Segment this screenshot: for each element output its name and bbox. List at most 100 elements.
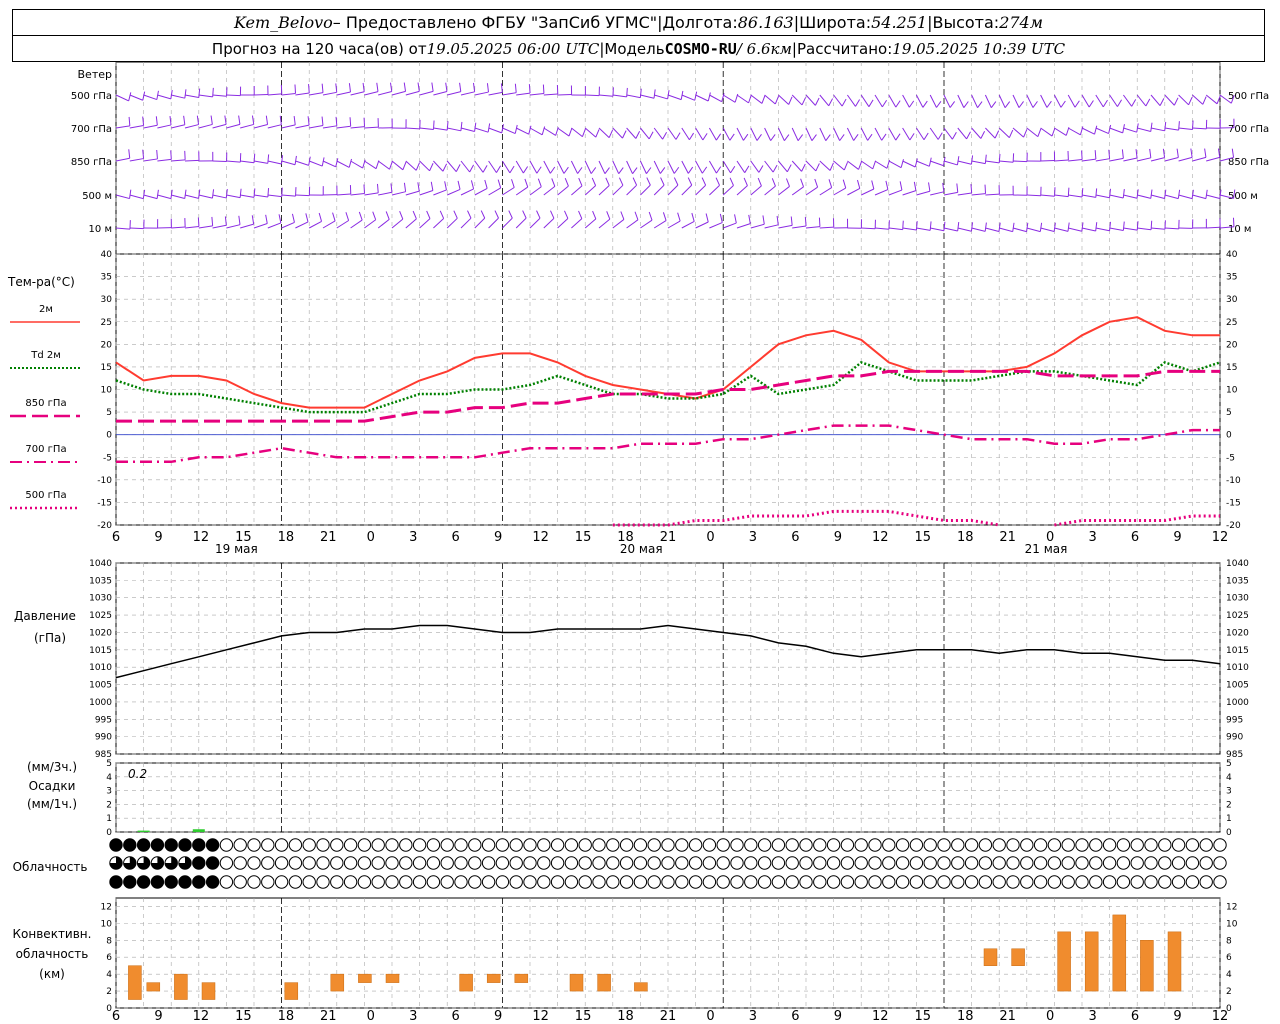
pressure-ytick-left: 1010 bbox=[89, 663, 112, 673]
wind-barb-shaft bbox=[1123, 157, 1138, 162]
wind-barb-shaft bbox=[667, 220, 681, 229]
cloud-cover-symbol bbox=[426, 875, 441, 889]
pressure-ytick-right: 1040 bbox=[1226, 559, 1249, 569]
cloud-cover-symbol bbox=[330, 838, 344, 852]
cloud-cover-symbol bbox=[744, 838, 758, 852]
wind-barb-shaft bbox=[336, 220, 349, 229]
wind-barb-flag bbox=[142, 116, 145, 126]
temp-ytick-left: -10 bbox=[97, 476, 112, 486]
wind-barb-shaft bbox=[391, 90, 406, 96]
convective-ytick-right: 12 bbox=[1226, 902, 1237, 912]
pressure-ytick-right: 1010 bbox=[1226, 663, 1249, 673]
wind-barb-shaft bbox=[985, 193, 1000, 196]
cloud-cover-symbol bbox=[978, 838, 993, 852]
wind-barb-shaft bbox=[364, 126, 379, 129]
wind-barb-shaft bbox=[874, 189, 889, 196]
date-label: 21 мая bbox=[1025, 542, 1068, 556]
cloud-cover-symbol bbox=[481, 875, 496, 889]
wind-barb-shaft bbox=[1040, 127, 1053, 137]
wind-barb-shaft bbox=[253, 160, 268, 164]
temp-series-2 bbox=[116, 369, 1220, 423]
temp-xtick: 12 bbox=[532, 530, 549, 545]
wind-barb-shaft bbox=[915, 127, 925, 141]
wind-barb-shaft bbox=[681, 184, 693, 196]
cloud-cover-symbol bbox=[771, 875, 786, 889]
wind-barb-shaft bbox=[212, 224, 227, 229]
wind-barb-shaft bbox=[626, 127, 637, 139]
convective-xtick: 6 bbox=[791, 1009, 799, 1024]
wind-barb-shaft bbox=[584, 127, 597, 138]
cloud-cover-symbol bbox=[854, 856, 868, 870]
convective-bar bbox=[1167, 931, 1182, 992]
cloud-cover-symbol bbox=[730, 838, 744, 852]
wind-barb-shaft bbox=[791, 94, 803, 106]
cloud-cover-symbol bbox=[1089, 838, 1103, 852]
cloud-cover-symbol bbox=[385, 875, 399, 889]
wind-barb-flag bbox=[184, 89, 187, 99]
cloud-cover-symbol bbox=[1033, 875, 1048, 889]
wind-barb-flag bbox=[646, 177, 651, 186]
wind-barb-flag bbox=[307, 116, 310, 126]
wind-barb-shaft bbox=[805, 226, 820, 229]
wind-barb-flag bbox=[514, 83, 517, 93]
wind-barb-flag bbox=[402, 161, 407, 171]
wind-barb-shaft bbox=[1040, 227, 1055, 233]
wind-barb-flag bbox=[1121, 149, 1124, 159]
cloud-cover-symbol bbox=[1213, 856, 1227, 870]
wind-barb-shaft bbox=[681, 94, 695, 101]
wind-barb-shaft bbox=[433, 91, 448, 96]
convective-ytick-left: 10 bbox=[101, 919, 113, 929]
wind-barb-shaft bbox=[612, 127, 623, 139]
cloud-cover-symbol bbox=[895, 838, 910, 852]
wind-barb-flag bbox=[457, 180, 461, 190]
wind-barb-flag bbox=[1088, 100, 1094, 108]
wind-barb-flag bbox=[308, 84, 310, 94]
wind-barb-shaft bbox=[419, 160, 430, 172]
cloud-cover-symbol bbox=[343, 856, 358, 870]
wind-barb-shaft bbox=[405, 127, 420, 130]
wind-barb-shaft bbox=[584, 160, 592, 174]
pressure-ytick-left: 1000 bbox=[89, 698, 112, 708]
wind-barb-flag bbox=[980, 130, 986, 139]
wind-barb-flag bbox=[928, 182, 931, 192]
wind-barb-shaft bbox=[667, 127, 677, 140]
wind-barb-flag bbox=[183, 115, 186, 125]
cloud-cover-symbol bbox=[909, 838, 924, 852]
cloud-cover-symbol bbox=[1089, 875, 1103, 889]
wind-barb-flag bbox=[335, 83, 338, 93]
wind-barb-flag bbox=[705, 213, 709, 223]
wind-barb-flag bbox=[511, 179, 515, 188]
wind-barb-shaft bbox=[695, 221, 709, 229]
convective-bar bbox=[330, 973, 345, 992]
cloud-cover-symbol bbox=[205, 875, 220, 889]
wind-barb-flag bbox=[238, 215, 241, 225]
wind-barb-shaft bbox=[171, 159, 186, 162]
wind-barb-flag bbox=[459, 82, 462, 92]
wind-barb-flag bbox=[868, 99, 874, 107]
wind-barb-shaft bbox=[377, 218, 390, 229]
wind-barb-shaft bbox=[115, 157, 130, 162]
wind-barb-flag bbox=[881, 133, 887, 141]
convective-bar bbox=[1057, 931, 1071, 992]
convective-bar bbox=[1084, 931, 1099, 992]
wind-barb-shaft bbox=[1081, 94, 1090, 108]
wind-barb-flag bbox=[855, 99, 861, 107]
cloud-cover-symbol bbox=[606, 838, 620, 852]
temp-legend-label: 500 гПа bbox=[25, 490, 66, 501]
wind-barb-shaft bbox=[750, 223, 765, 229]
wind-barb-flag bbox=[321, 83, 324, 93]
wind-barb-flag bbox=[348, 83, 351, 93]
wind-barb-flag bbox=[937, 132, 943, 140]
wind-barb-flag bbox=[372, 211, 377, 220]
cloud-cover-symbol bbox=[371, 838, 385, 852]
wind-barb-shaft bbox=[860, 94, 870, 107]
wind-barb-flag bbox=[484, 179, 488, 189]
wind-barb-flag bbox=[734, 214, 737, 224]
cloud-cover-symbol bbox=[619, 856, 634, 870]
wind-barb-shaft bbox=[957, 160, 972, 165]
wind-barb-flag bbox=[251, 215, 255, 225]
wind-barb-shaft bbox=[129, 158, 144, 162]
cloud-cover-symbol bbox=[343, 838, 358, 852]
cloud-cover-symbol bbox=[1213, 875, 1227, 889]
wind-barb-shaft bbox=[695, 94, 709, 102]
